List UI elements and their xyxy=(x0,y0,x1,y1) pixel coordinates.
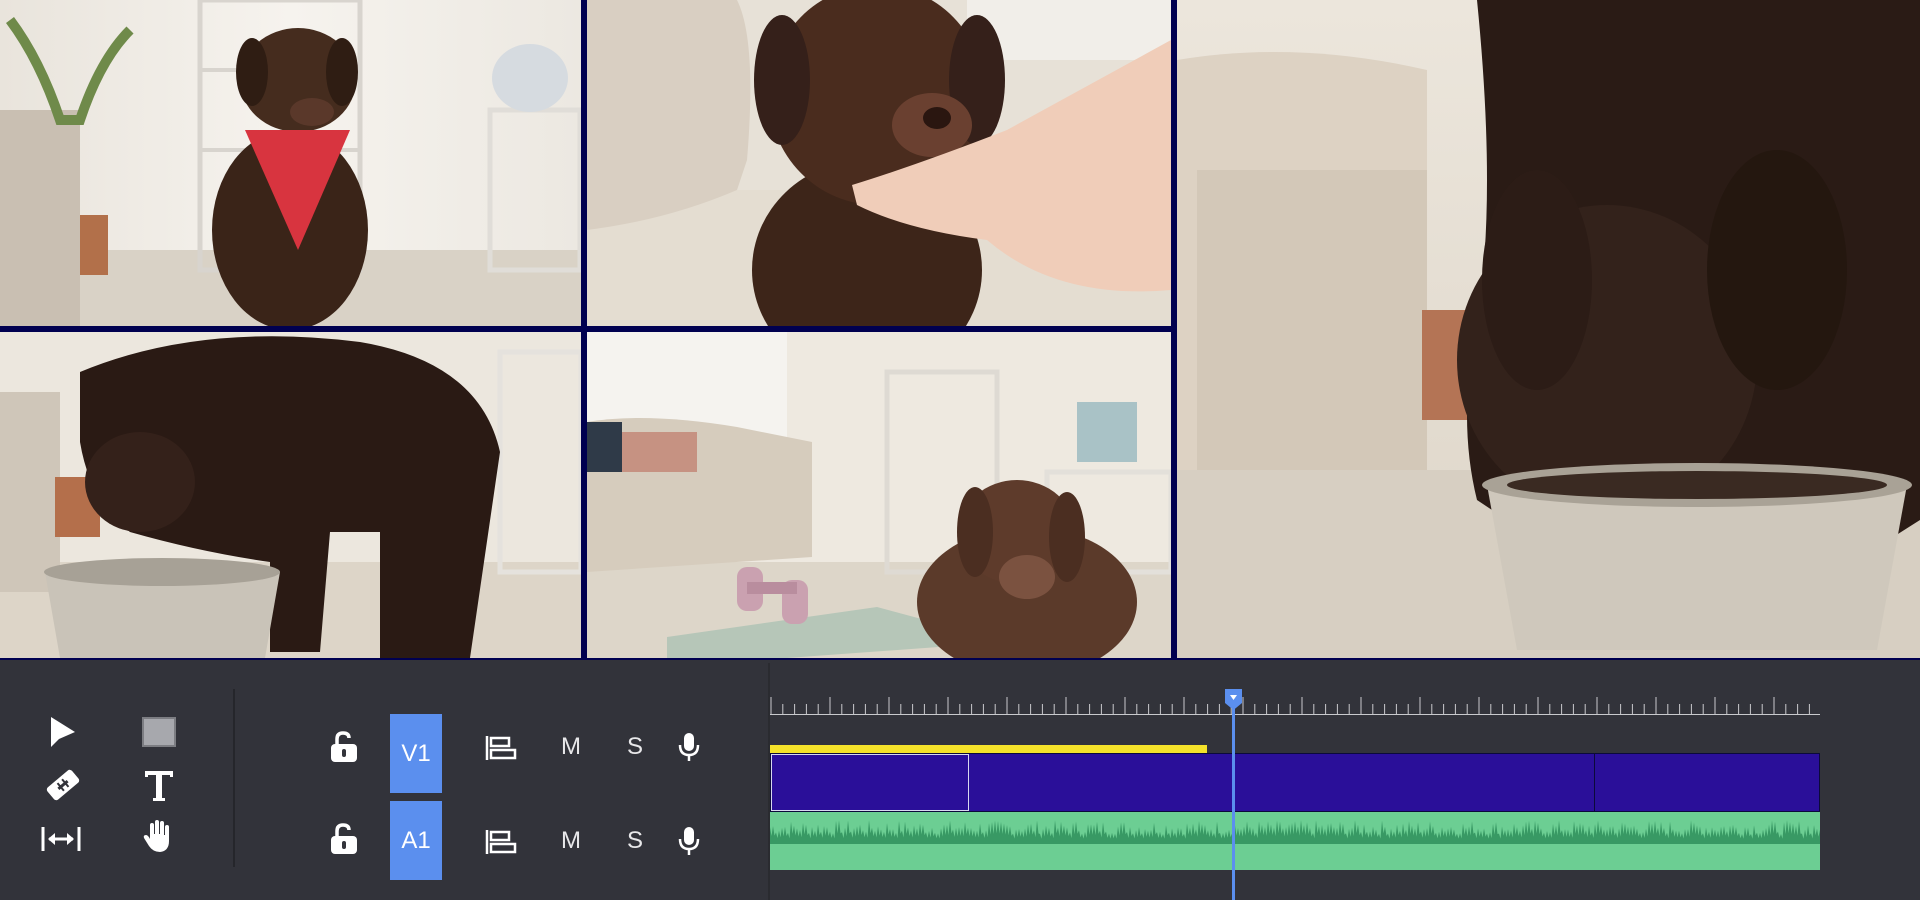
video-clip[interactable] xyxy=(969,754,1595,811)
time-ruler[interactable] xyxy=(770,693,1820,715)
selected-clip-outline xyxy=(771,754,969,811)
microphone-icon xyxy=(678,733,700,761)
tools-divider xyxy=(233,689,235,867)
track-a1-lock-toggle[interactable] xyxy=(326,821,362,857)
timeline-panel: V1 M S A1 M S xyxy=(0,663,1920,900)
preview-tile-dog-petted xyxy=(587,0,1171,326)
video-clip[interactable] xyxy=(1595,754,1819,811)
selection-tool[interactable] xyxy=(41,710,85,754)
preview-tile-dog-eating-2 xyxy=(1177,0,1920,658)
track-output-icon xyxy=(485,830,517,854)
ripple-tool[interactable] xyxy=(39,817,83,861)
razor-blade-icon xyxy=(46,769,80,801)
preview-tile-dog-bandana xyxy=(0,0,581,326)
text-tool[interactable] xyxy=(137,763,181,807)
horizontal-resize-icon xyxy=(41,827,81,851)
track-a1-mute-button[interactable]: M xyxy=(556,824,586,858)
track-v1-record-button[interactable] xyxy=(676,729,702,765)
preview-tile-dog-lying xyxy=(587,332,1171,658)
work-area-bar[interactable] xyxy=(770,745,1207,753)
playhead-handle[interactable] xyxy=(1223,687,1244,711)
hand-icon xyxy=(143,820,169,852)
track-a1-record-button[interactable] xyxy=(676,823,702,859)
hand-tool[interactable] xyxy=(137,814,181,858)
track-v1-solo-button[interactable]: S xyxy=(620,730,650,764)
audio-clip-a1[interactable] xyxy=(770,812,1820,870)
video-track-v1 xyxy=(770,753,1820,812)
track-output-icon xyxy=(485,736,517,760)
rectangle-tool[interactable] xyxy=(137,710,181,754)
text-t-icon xyxy=(145,771,173,801)
square-icon xyxy=(142,717,176,747)
track-a1-solo-button[interactable]: S xyxy=(620,824,650,858)
razor-tool[interactable] xyxy=(41,763,85,807)
program-monitor xyxy=(0,0,1920,660)
track-a1-output-toggle[interactable] xyxy=(484,827,518,857)
track-a1-target[interactable]: A1 xyxy=(390,801,442,880)
track-v1-target[interactable]: V1 xyxy=(390,714,442,793)
track-v1-lock-toggle[interactable] xyxy=(326,729,362,765)
track-v1-mute-button[interactable]: M xyxy=(556,730,586,764)
arrow-pointer-icon xyxy=(51,717,75,747)
video-editor-app: V1 M S A1 M S xyxy=(0,0,1920,900)
microphone-icon xyxy=(678,827,700,855)
playhead-line xyxy=(1232,695,1235,900)
lock-open-icon xyxy=(331,731,357,762)
preview-tile-dog-eating-1 xyxy=(0,332,581,658)
track-v1-output-toggle[interactable] xyxy=(484,733,518,763)
lock-open-icon xyxy=(331,823,357,854)
